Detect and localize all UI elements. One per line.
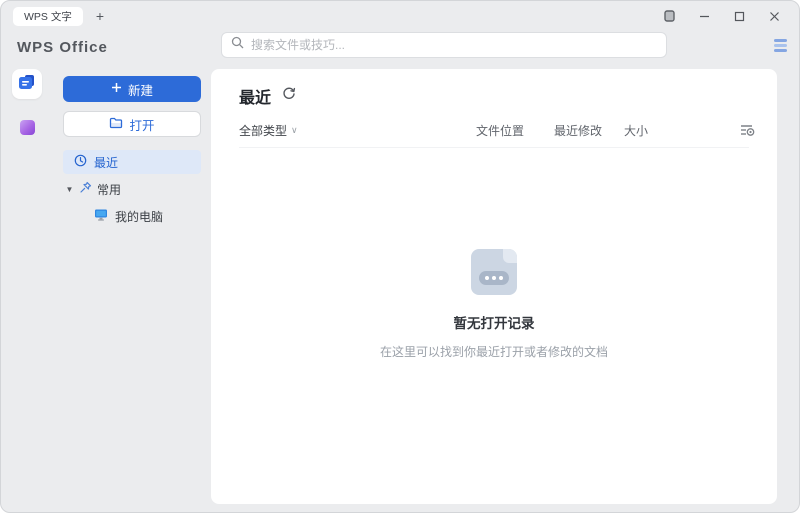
sidebar-item-label: 常用	[97, 181, 121, 198]
open-button-label: 打开	[129, 115, 154, 134]
close-icon[interactable]	[761, 6, 787, 26]
rail-item-documents[interactable]	[12, 69, 42, 99]
rail-item-apps[interactable]	[12, 112, 42, 142]
apps-grid-icon	[20, 120, 35, 135]
tab-wps-document[interactable]: WPS 文字	[13, 7, 83, 26]
sidebar-item-label: 我的电脑	[115, 208, 163, 225]
window-controls	[656, 6, 787, 26]
computer-icon	[94, 208, 108, 224]
sidebar-item-common[interactable]: ▼ 常用	[63, 177, 201, 201]
page-title: 最近	[239, 84, 271, 108]
maximize-icon[interactable]	[726, 6, 752, 26]
wps-office-logo: WPS Office	[17, 39, 108, 56]
tab-label: WPS 文字	[24, 9, 72, 24]
empty-state: 暂无打开记录 在这里可以找到你最近打开或者修改的文档	[211, 249, 777, 360]
column-header-modified[interactable]: 最近修改	[554, 122, 602, 139]
app-header: WPS Office	[1, 31, 799, 63]
search-bar[interactable]	[221, 32, 667, 58]
empty-state-title: 暂无打开记录	[454, 312, 535, 332]
refresh-icon[interactable]	[282, 87, 296, 106]
folder-open-icon	[109, 117, 123, 132]
dock-window-icon[interactable]	[656, 6, 682, 26]
recent-files-panel: 最近 全部类型 ∨ 文件位置 最近修改 大小	[211, 69, 777, 504]
search-input[interactable]	[251, 38, 657, 52]
filter-label: 全部类型	[239, 122, 287, 139]
title-row: 最近	[239, 69, 749, 108]
new-tab-button[interactable]: +	[96, 9, 104, 23]
document-icon	[18, 74, 36, 95]
sidebar-item-my-computer[interactable]: 我的电脑	[63, 204, 201, 228]
clock-icon	[74, 154, 87, 170]
sidebar-item-label: 最近	[94, 154, 118, 171]
search-icon	[231, 36, 244, 54]
app-rail	[1, 63, 53, 512]
tab-bar: WPS 文字 +	[1, 1, 799, 31]
column-header-size[interactable]: 大小	[624, 122, 648, 139]
file-type-filter-dropdown[interactable]: 全部类型 ∨	[239, 122, 298, 139]
chevron-down-icon: ∨	[291, 125, 298, 136]
caret-down-icon[interactable]: ▼	[65, 185, 74, 194]
content-area: 新建 打开 最近 ▼	[1, 63, 799, 512]
new-document-button[interactable]: 新建	[63, 76, 201, 102]
list-header-row: 全部类型 ∨ 文件位置 最近修改 大小	[239, 122, 749, 148]
sidebar: 新建 打开 最近 ▼	[53, 63, 211, 512]
minimize-icon[interactable]	[691, 6, 717, 26]
pin-icon	[79, 181, 92, 197]
sidebar-nav: 最近 ▼ 常用 我的电脑	[63, 150, 201, 228]
new-button-label: 新建	[128, 80, 153, 99]
open-file-button[interactable]: 打开	[63, 111, 201, 137]
global-settings-menu-icon[interactable]	[774, 39, 787, 52]
sidebar-item-recent[interactable]: 最近	[63, 150, 201, 174]
column-header-location[interactable]: 文件位置	[476, 122, 524, 139]
plus-icon	[111, 82, 122, 96]
wps-home-window: WPS 文字 + WPS Office	[0, 0, 800, 513]
empty-document-icon	[471, 249, 517, 295]
empty-state-subtitle: 在这里可以找到你最近打开或者修改的文档	[380, 343, 608, 360]
list-settings-icon[interactable]	[740, 123, 755, 142]
